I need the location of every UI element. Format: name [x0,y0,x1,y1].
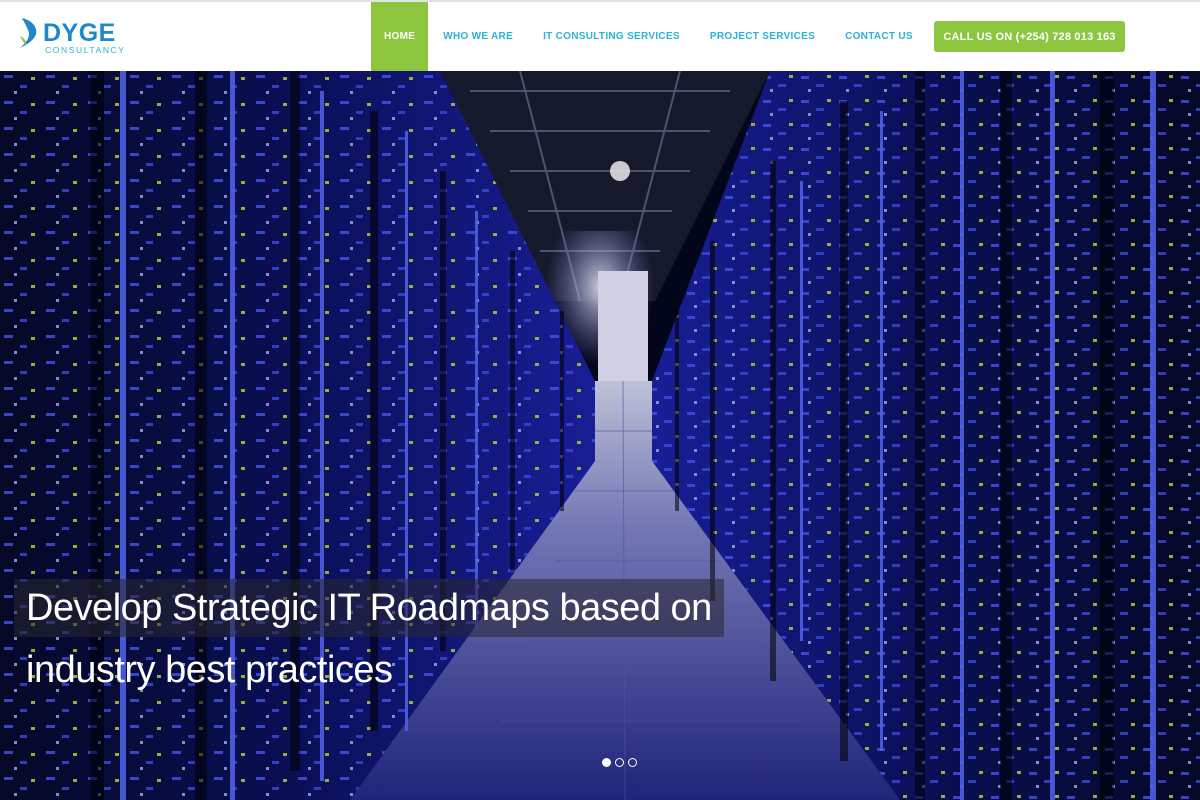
nav-home[interactable]: HOME [371,2,429,71]
nav-project-services[interactable]: PROJECT SERVICES [695,2,830,71]
main-nav: HOME WHO WE ARE IT CONSULTING SERVICES P… [371,2,928,71]
hero-caption-line-1: Develop Strategic IT Roadmaps based on [14,579,724,637]
slider-pagination [602,758,637,767]
logo-swoosh-icon [20,18,37,48]
slider-dot-2[interactable] [615,758,624,767]
nav-it-consulting-services[interactable]: IT CONSULTING SERVICES [528,2,695,71]
slider-dot-3[interactable] [628,758,637,767]
call-us-button[interactable]: CALL US ON (+254) 728 013 163 [934,21,1125,52]
nav-contact-us[interactable]: CONTACT US [830,2,928,71]
hero-caption-line-2: industry best practices [26,649,393,691]
logo-tagline: CONSULTANCY [45,45,126,55]
site-header: DYGE CONSULTANCY HOME WHO WE ARE IT CONS… [0,0,1200,71]
nav-who-we-are[interactable]: WHO WE ARE [428,2,528,71]
site-logo[interactable]: DYGE CONSULTANCY [18,14,128,60]
logo-wordmark: DYGE [43,19,116,47]
slider-dot-1[interactable] [602,758,611,767]
hero-slider: Develop Strategic IT Roadmaps based on i… [0,71,1200,800]
